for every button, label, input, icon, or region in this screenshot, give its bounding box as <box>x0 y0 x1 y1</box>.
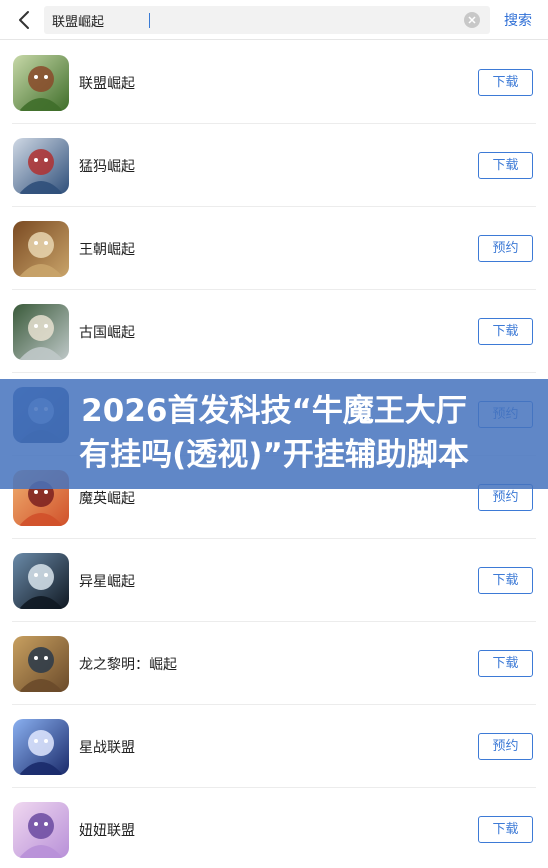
list-item[interactable]: 联盟崛起 下载 <box>0 41 548 124</box>
search-input[interactable] <box>52 6 452 34</box>
list-item[interactable]: 王朝崛起 预约 <box>0 207 548 290</box>
reserve-button[interactable]: 预约 <box>478 733 533 760</box>
list-item[interactable]: 星战联盟 预约 <box>0 705 548 788</box>
download-button[interactable]: 下载 <box>478 318 533 345</box>
app-name[interactable]: 魔英崛起 <box>79 488 135 508</box>
promo-banner-overlay: 2026首发科技“牛魔王大厅 有挂吗(透视)”开挂辅助脚本 <box>0 379 548 489</box>
star-cruiser-icon[interactable] <box>13 719 69 775</box>
mammoth-beast-icon[interactable] <box>13 138 69 194</box>
app-name[interactable]: 异星崛起 <box>79 571 135 591</box>
download-button[interactable]: 下载 <box>478 69 533 96</box>
download-button[interactable]: 下载 <box>478 567 533 594</box>
list-item[interactable]: 猛犸崛起 下载 <box>0 124 548 207</box>
clear-icon[interactable] <box>464 12 480 28</box>
search-button[interactable]: 搜索 <box>504 10 532 30</box>
app-name[interactable]: 联盟崛起 <box>79 73 135 93</box>
ancient-general-icon[interactable] <box>13 304 69 360</box>
app-name[interactable]: 猛犸崛起 <box>79 156 135 176</box>
promo-banner-text: 2026首发科技“牛魔王大厅 有挂吗(透视)”开挂辅助脚本 <box>0 389 548 477</box>
app-name[interactable]: 古国崛起 <box>79 322 135 342</box>
download-button[interactable]: 下载 <box>478 650 533 677</box>
app-name[interactable]: 妞妞联盟 <box>79 820 135 840</box>
list-item[interactable]: 异星崛起 下载 <box>0 539 548 622</box>
app-name[interactable]: 龙之黎明：崛起 <box>79 654 177 674</box>
app-name[interactable]: 星战联盟 <box>79 737 135 757</box>
top-search-bar: 搜索 <box>0 0 548 40</box>
promo-line-1: 2026首发科技“牛魔王大厅 <box>81 393 467 429</box>
text-caret <box>149 13 150 28</box>
search-box <box>44 6 490 34</box>
list-item[interactable]: 古国崛起 下载 <box>0 290 548 373</box>
shield-knight-icon[interactable] <box>13 636 69 692</box>
cavalry-rider-icon[interactable] <box>13 221 69 277</box>
reserve-button[interactable]: 预约 <box>478 235 533 262</box>
download-button[interactable]: 下载 <box>478 816 533 843</box>
app-name[interactable]: 王朝崛起 <box>79 239 135 259</box>
anime-girl-icon[interactable] <box>13 802 69 858</box>
list-item[interactable]: 龙之黎明：崛起 下载 <box>0 622 548 705</box>
goblin-warrior-icon[interactable] <box>13 55 69 111</box>
list-item[interactable]: 妞妞联盟 下载 <box>0 788 548 868</box>
back-arrow-icon[interactable] <box>14 8 36 32</box>
download-button[interactable]: 下载 <box>478 152 533 179</box>
promo-line-2: 有挂吗(透视)”开挂辅助脚本 <box>79 437 469 473</box>
spaceship-icon[interactable] <box>13 553 69 609</box>
